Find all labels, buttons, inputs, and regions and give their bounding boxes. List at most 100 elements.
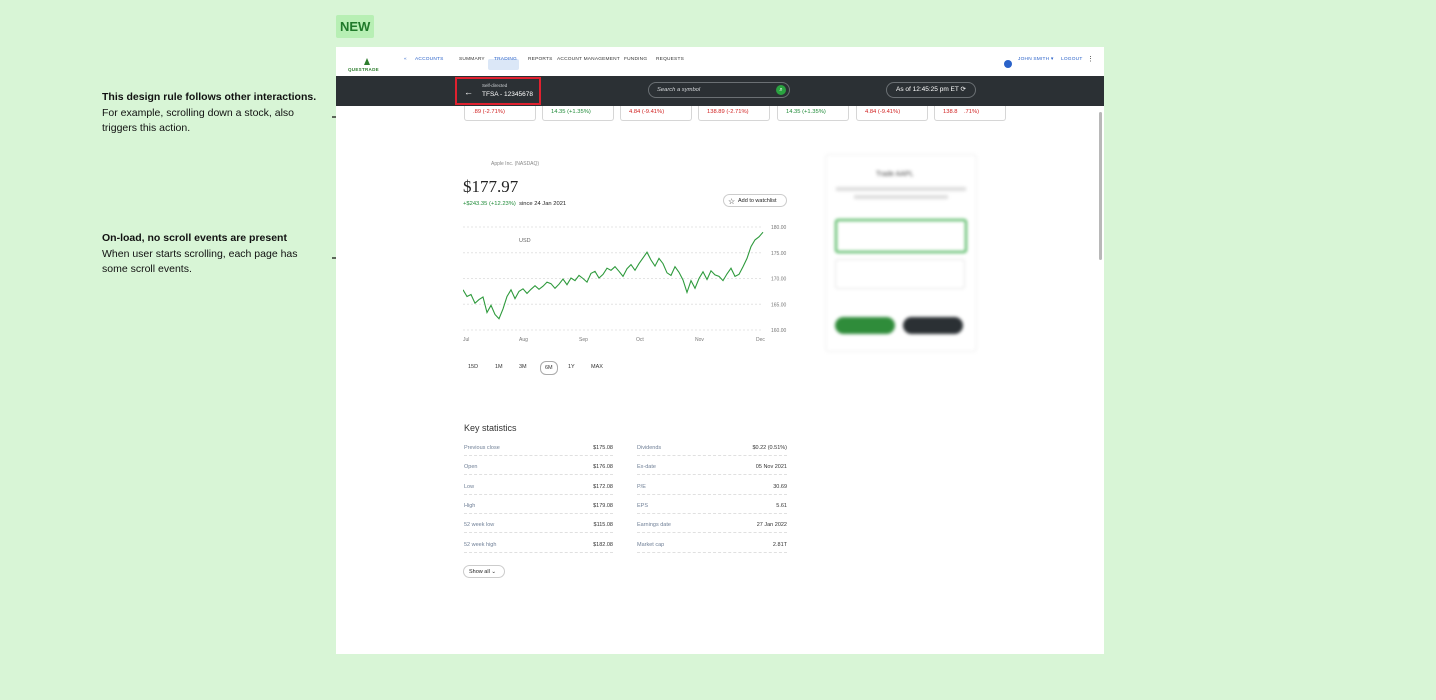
as-of-refresh-button[interactable]: As of 12:45:25 pm ET ⟳ [886,82,976,98]
annotation-note-1: This design rule follows other interacti… [102,90,324,137]
stat-row: Open $176.08 [464,464,613,476]
top-nav: QUESTRADE « ACCOUNTS SUMMARY TRADING REP… [336,47,1104,76]
stat-label: Previous close [464,445,500,451]
nav-account-management[interactable]: ACCOUNT MANAGEMENT [557,57,620,62]
star-icon: ☆ [728,197,736,206]
expand-icon[interactable]: « [404,57,407,62]
nav-funding[interactable]: FUNDING [624,57,647,62]
ticker-card[interactable]: 138.89 (-2.71%) [698,106,770,121]
logo-text: QUESTRADE [348,67,379,72]
stock-change: +$243.35 (+12.23%) since 24 Jan 2021 [463,201,566,207]
stock-name: Apple Inc. (NASDAQ) [491,161,540,167]
stat-value: $176.08 [593,464,613,471]
x-tick-label: Dec [756,337,765,343]
y-tick-label: 175.00 [771,251,787,257]
stat-value: $179.08 [593,502,613,509]
note-body: When user starts scrolling, each page ha… [102,247,298,276]
stat-row: Dividends $0.22 (0.51%) [637,445,787,456]
stat-label: Ex-date [637,464,656,471]
ticker-card[interactable]: 14.35 (+1.35%) [542,106,614,121]
range-button-1m[interactable]: 1M [495,361,503,373]
currency-label: USD [519,238,531,244]
nav-requests[interactable]: REQUESTS [656,57,684,62]
stat-value: $115.08 [593,522,613,529]
ticker-card[interactable]: 138.8 .71%) [934,106,1006,121]
stat-row: P/E 30.69 [637,484,787,495]
watchlist-label: Add to watchlist [738,198,777,204]
add-to-watchlist-button[interactable]: ☆ Add to watchlist [723,194,787,207]
range-button-max[interactable]: MAX [591,361,603,373]
stat-row: Earnings date 27 Jan 2022 [637,522,787,534]
x-tick-label: Sep [579,337,588,343]
x-tick-label: Aug [519,337,528,343]
stat-label: 52 week high [464,541,497,548]
scrollbar[interactable] [1099,112,1102,260]
user-menu[interactable]: JOHN SMITH ▾ [1018,57,1053,62]
x-tick-label: Oct [636,337,644,343]
stat-row: Ex-date 05 Nov 2021 [637,464,787,476]
stat-value: $172.08 [593,483,613,490]
stat-value: 2.81T [772,541,787,548]
stat-label: Dividends [637,445,662,451]
stat-row: Previous close $175.08 [464,445,613,456]
stat-value: $0.22 (0.51%) [752,445,787,451]
stat-label: High [464,502,476,509]
y-tick-label: 180.00 [771,225,787,231]
app-screen: QUESTRADE « ACCOUNTS SUMMARY TRADING REP… [336,47,1104,654]
stat-label: EPS [637,502,649,509]
range-button-15d[interactable]: 15D [468,361,478,373]
stat-row: Market cap 2.81T [637,542,787,553]
buy-button[interactable] [835,317,895,334]
search-input[interactable]: Search a symbol ⌕ [648,82,790,98]
user-name: JOHN SMITH [1018,57,1050,62]
range-button-6m[interactable]: 6M [540,361,558,375]
ticker-card[interactable]: 4.84 (-9.41%) [856,106,928,121]
stat-label: 52 week low [464,522,495,529]
stat-value: $175.08 [593,445,613,451]
ticker-card[interactable]: 4.84 (-9.41%) [620,106,692,121]
nav-accounts[interactable]: ACCOUNTS [415,57,444,62]
carousel-next-icon[interactable]: → [964,96,972,105]
ticker-card[interactable]: .89 (-2.71%) [464,106,536,121]
more-icon[interactable]: ⋮ [1087,55,1094,63]
account-option[interactable] [835,259,965,289]
user-icon[interactable] [1004,60,1012,68]
stat-label: Low [464,483,475,490]
stock-price: $177.97 [463,177,519,196]
stat-value: 30.69 [773,483,787,490]
stat-row: Low $172.08 [464,484,613,495]
carousel-prev-icon[interactable]: ← [470,96,478,105]
logo-mark-icon [364,58,370,65]
show-all-label: Show all [469,569,490,575]
stat-label: P/E [637,483,646,490]
y-tick-label: 165.00 [771,302,787,308]
questrade-logo: QUESTRADE [348,58,386,73]
stat-value: 05 Nov 2021 [755,464,787,471]
range-button-1y[interactable]: 1Y [568,361,575,373]
range-button-3m[interactable]: 3M [519,361,527,373]
nav-trading[interactable]: TRADING [494,57,517,62]
new-badge: NEW [336,15,375,38]
stat-row: EPS 5.61 [637,503,787,514]
stat-label: Open [464,464,478,471]
show-all-button[interactable]: Show all ⌄ [463,565,505,578]
x-tick-label: Nov [695,337,704,343]
stat-label: Market cap [637,541,665,548]
change-since: since 24 Jan 2021 [519,201,567,207]
stat-row: 52 week high $182.08 [464,542,613,553]
y-tick-label: 170.00 [771,277,787,283]
stat-value: 27 Jan 2022 [756,522,787,529]
stat-row: High $179.08 [464,503,613,514]
annotation-note-2: On-load, no scroll events are present Wh… [102,231,324,278]
account-option-selected[interactable] [835,219,967,253]
price-chart: 180.00 175.00 170.00 165.00 160.00 Jul Aug Sep O… [463,225,787,343]
nav-reports[interactable]: REPORTS [528,57,553,62]
ticker-card[interactable]: 14.35 (+1.35%) [777,106,849,121]
nav-summary[interactable]: SUMMARY [459,57,485,62]
search-placeholder: Search a symbol [657,87,701,93]
search-icon[interactable]: ⌕ [776,85,786,95]
logout-link[interactable]: LOGOUT [1061,57,1082,62]
stat-row: 52 week low $115.08 [464,522,613,534]
sell-button[interactable] [903,317,963,334]
as-of-time: As of 12:45:25 pm ET [895,86,959,93]
